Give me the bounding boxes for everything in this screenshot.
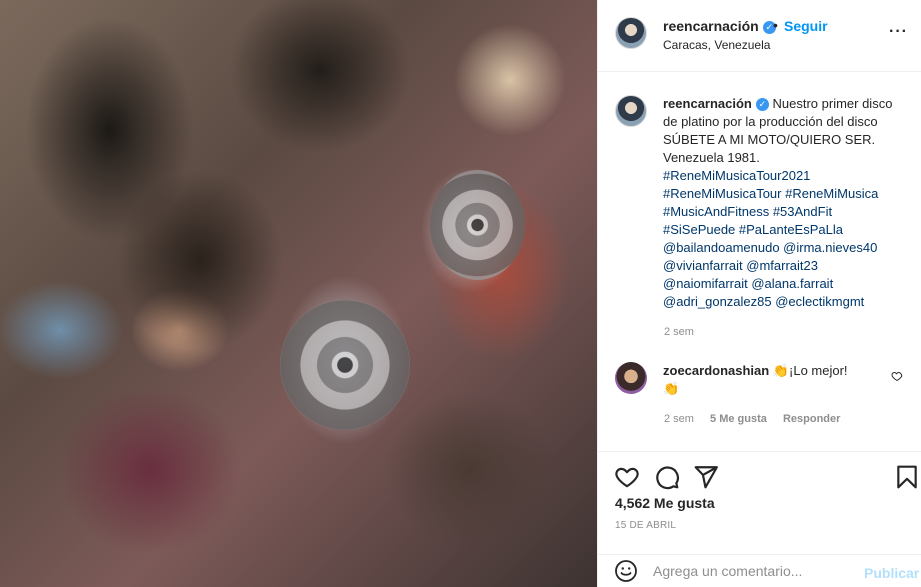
publish-button[interactable]: Publicar: [864, 565, 919, 581]
caption-time[interactable]: 2 sem: [664, 326, 694, 338]
mention-link[interactable]: @naiomifarrait @alana.farrait: [663, 275, 908, 293]
platinum-record-disc: [430, 170, 525, 280]
comment-input[interactable]: [653, 560, 853, 582]
hashtag-link[interactable]: #MusicAndFitness #53AndFit: [663, 203, 908, 221]
commenter-avatar[interactable]: [615, 362, 647, 394]
post-location[interactable]: Caracas, Venezuela: [663, 38, 770, 52]
comment-text: zoecardonashian 👏¡Lo mejor! 👏: [663, 362, 883, 398]
hashtag-link[interactable]: #ReneMiMusicaTour2021: [663, 167, 908, 185]
post-photo[interactable]: [0, 0, 597, 587]
reply-button[interactable]: Responder: [783, 413, 840, 425]
comment-likes[interactable]: 5 Me gusta: [710, 413, 767, 425]
hashtag-link[interactable]: #SiSePuede #PaLanteEsPaLla: [663, 221, 908, 239]
post-header: reencarnación ✓ • Seguir Caracas, Venezue…: [598, 0, 921, 72]
verified-badge-icon: ✓: [755, 98, 769, 111]
mention-link[interactable]: @vivianfarrait @mfarrait23: [663, 257, 908, 275]
comment-body: ¡Lo mejor!: [789, 363, 848, 378]
mention-link[interactable]: @adri_gonzalez85 @eclectikmgmt: [663, 293, 908, 311]
mention-link[interactable]: @bailandoamenudo @irma.nieves40: [663, 239, 908, 257]
bookmark-icon[interactable]: [894, 464, 920, 490]
paper-plane-icon[interactable]: [693, 464, 719, 490]
author-avatar[interactable]: [615, 17, 647, 49]
comments-section[interactable]: reencarnación ✓ Nuestro primer disco de p…: [598, 73, 921, 451]
clapping-hands-icon: 👏: [772, 363, 790, 378]
more-options-icon[interactable]: ···: [889, 23, 908, 41]
caption-username[interactable]: reencarnación: [663, 96, 752, 111]
separator-dot: •: [773, 17, 778, 33]
add-comment-bar: Publicar: [598, 554, 921, 587]
heart-icon[interactable]: [614, 464, 640, 490]
comment-time[interactable]: 2 sem: [664, 413, 694, 425]
caption-text: reencarnación ✓ Nuestro primer disco de p…: [663, 95, 908, 311]
likes-count[interactable]: 4,562 Me gusta: [615, 495, 715, 511]
comment-like-heart-icon[interactable]: [891, 370, 903, 382]
comment-icon[interactable]: [654, 464, 680, 490]
author-username-wrap: reencarnación ✓: [663, 18, 776, 34]
post-sidebar: reencarnación ✓ • Seguir Caracas, Venezue…: [597, 0, 921, 587]
follow-button[interactable]: Seguir: [784, 18, 828, 34]
caption-avatar[interactable]: [615, 95, 647, 127]
author-username[interactable]: reencarnación: [663, 18, 759, 34]
action-bar: [598, 451, 921, 501]
platinum-record-disc: [280, 300, 410, 430]
post-date[interactable]: 15 DE ABRIL: [615, 520, 676, 531]
clapping-hands-icon: 👏: [663, 381, 680, 396]
smiley-icon[interactable]: [614, 559, 638, 583]
commenter-username[interactable]: zoecardonashian: [663, 363, 769, 378]
hashtag-link[interactable]: #ReneMiMusicaTour #ReneMiMusica: [663, 185, 908, 203]
comment-meta: 2 sem 5 Me gusta Responder: [664, 413, 853, 425]
